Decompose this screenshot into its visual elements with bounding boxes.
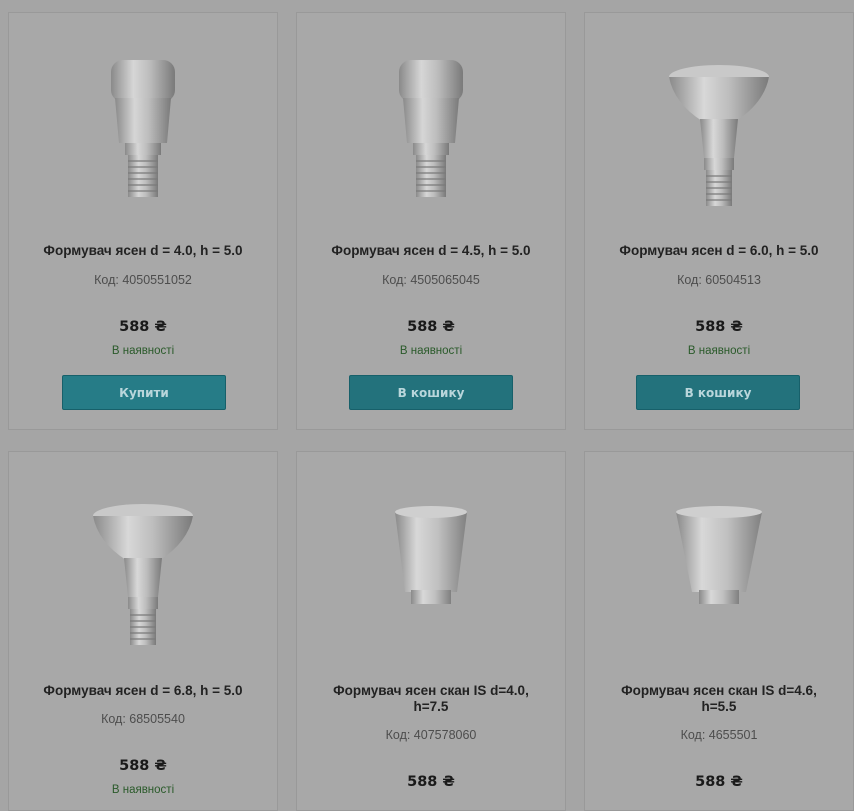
- product-title-line: Формувач ясен скан IS d=4.0,: [333, 683, 529, 698]
- product-price: 588 ₴: [119, 319, 167, 335]
- product-card[interactable]: Формувач ясен скан IS d=4.0, h=7.5 Код: …: [296, 451, 566, 811]
- product-title-line: h=5.5: [701, 699, 737, 714]
- product-price: 588 ₴: [695, 774, 743, 790]
- product-price: 588 ₴: [407, 774, 455, 790]
- product-price: 588 ₴: [119, 758, 167, 774]
- product-title-line: Формувач ясен скан IS d=4.6,: [621, 683, 817, 698]
- in-cart-button[interactable]: В кошику: [636, 375, 800, 410]
- healing-abutment-narrow-image: [399, 60, 463, 197]
- stock-status: В наявності: [399, 345, 463, 357]
- stock-status: В наявності: [687, 345, 751, 357]
- product-code: Код: 68505540: [101, 712, 185, 726]
- product-title[interactable]: Формувач ясен скан IS d=4.0, h=7.5: [307, 683, 555, 715]
- product-title[interactable]: Формувач ясен d = 4.0, h = 5.0: [19, 243, 267, 259]
- product-price: 588 ₴: [695, 319, 743, 335]
- stock-status: В наявності: [111, 345, 175, 357]
- healing-abutment-wide-image: [93, 504, 193, 645]
- product-code: Код: 60504513: [677, 273, 761, 287]
- stock-status: В наявності: [111, 784, 175, 796]
- scan-healing-abutment-image: [676, 506, 762, 604]
- product-title[interactable]: Формувач ясен d = 4.5, h = 5.0: [307, 243, 555, 259]
- product-image[interactable]: [297, 504, 565, 609]
- product-grid: Формувач ясен d = 4.0, h = 5.0 Код: 4050…: [0, 0, 854, 811]
- product-code: Код: 4655501: [680, 728, 758, 742]
- product-price: 588 ₴: [407, 319, 455, 335]
- product-title-line: h=7.5: [413, 699, 449, 714]
- healing-abutment-wide-image: [669, 65, 769, 206]
- product-image[interactable]: [9, 502, 277, 652]
- scan-healing-abutment-image: [395, 506, 467, 604]
- product-card[interactable]: Формувач ясен скан IS d=4.6, h=5.5 Код: …: [584, 451, 854, 811]
- product-image[interactable]: [585, 63, 853, 213]
- product-card[interactable]: Формувач ясен d = 4.0, h = 5.0 Код: 4050…: [8, 12, 278, 430]
- product-title[interactable]: Формувач ясен скан IS d=4.6, h=5.5: [595, 683, 843, 715]
- product-code: Код: 4505065045: [382, 273, 480, 287]
- product-image[interactable]: [585, 504, 853, 609]
- product-card[interactable]: Формувач ясен d = 6.0, h = 5.0 Код: 6050…: [584, 12, 854, 430]
- product-card[interactable]: Формувач ясен d = 6.8, h = 5.0 Код: 6850…: [8, 451, 278, 811]
- healing-abutment-narrow-image: [111, 60, 175, 197]
- product-title[interactable]: Формувач ясен d = 6.0, h = 5.0: [595, 243, 843, 259]
- product-code: Код: 407578060: [385, 728, 477, 742]
- product-card[interactable]: Формувач ясен d = 4.5, h = 5.0 Код: 4505…: [296, 12, 566, 430]
- buy-button[interactable]: Купити: [62, 375, 226, 410]
- product-image[interactable]: [9, 58, 277, 208]
- product-code: Код: 4050551052: [94, 273, 192, 287]
- product-title[interactable]: Формувач ясен d = 6.8, h = 5.0: [19, 683, 267, 699]
- product-image[interactable]: [297, 58, 565, 208]
- in-cart-button[interactable]: В кошику: [349, 375, 513, 410]
